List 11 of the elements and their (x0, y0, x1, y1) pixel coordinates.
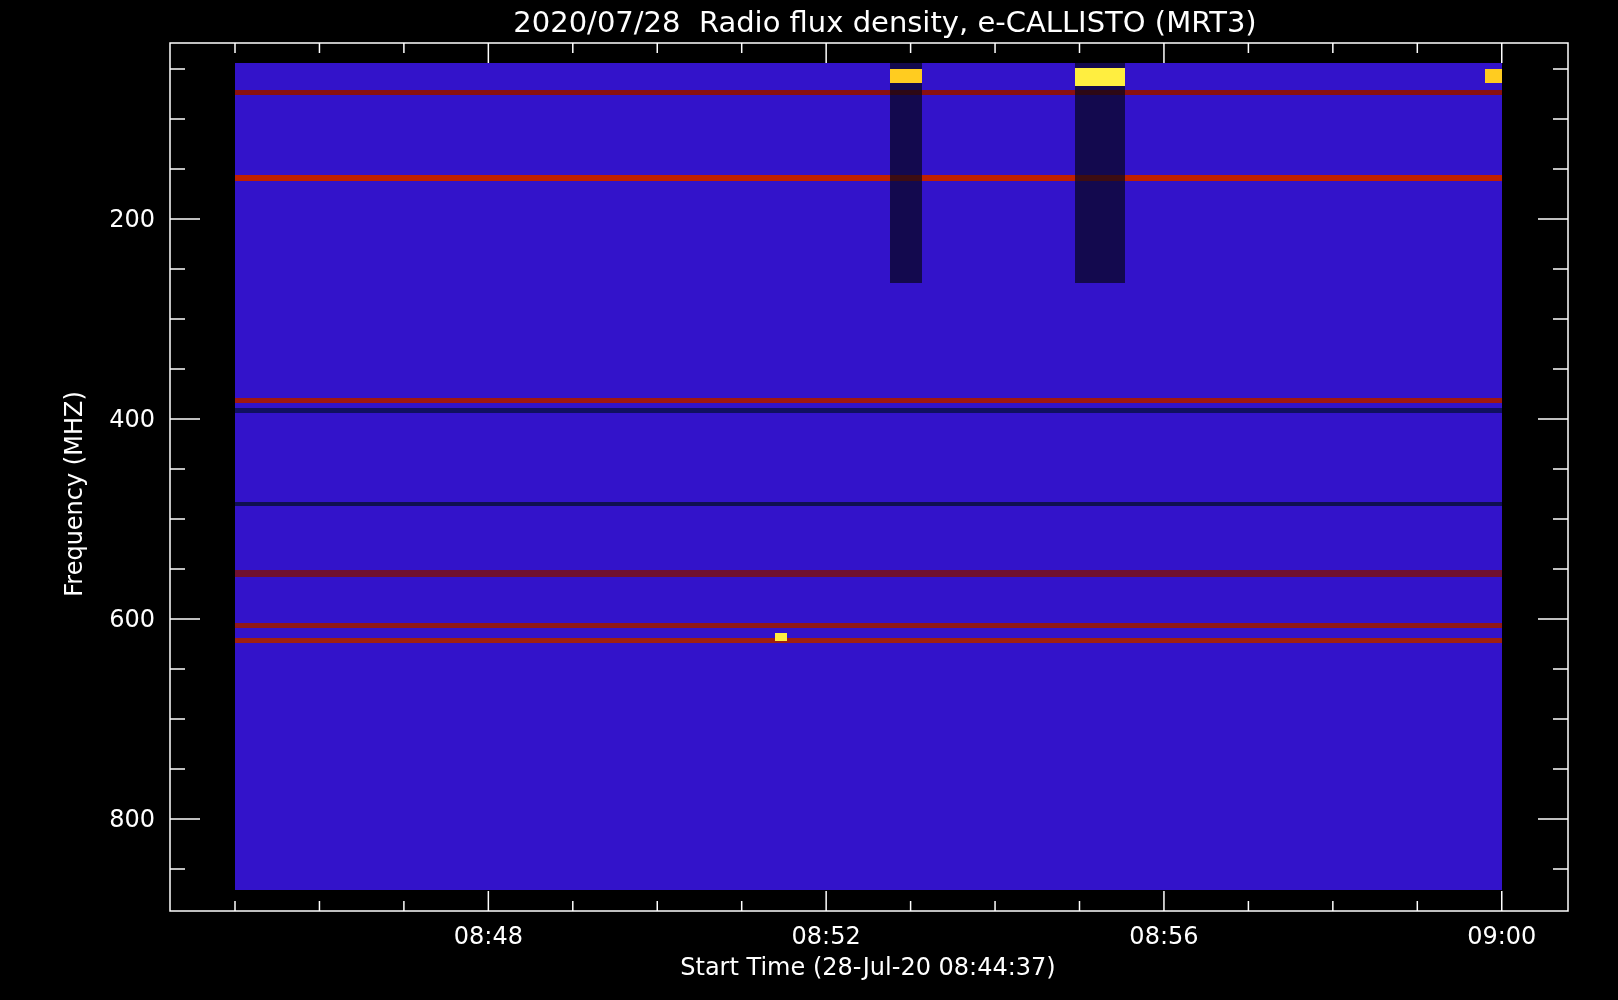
y-tick-label: 200 (109, 205, 155, 233)
y-tick-label: 400 (109, 405, 155, 433)
x-tick-label: 09:00 (1467, 922, 1537, 950)
chart-title: 2020/07/28 Radio flux density, e-CALLISTO (MRT3) (513, 5, 1257, 39)
y-axis-title: Frequency (MHZ) (60, 391, 88, 597)
x-tick-label: 08:48 (453, 922, 523, 950)
y-tick-label: 600 (109, 605, 155, 633)
x-tick-label: 08:52 (791, 922, 861, 950)
x-axis-title: Start Time (28-Jul-20 08:44:37) (680, 953, 1056, 981)
x-tick-label: 08:56 (1129, 922, 1199, 950)
y-tick-label: 800 (109, 805, 155, 833)
